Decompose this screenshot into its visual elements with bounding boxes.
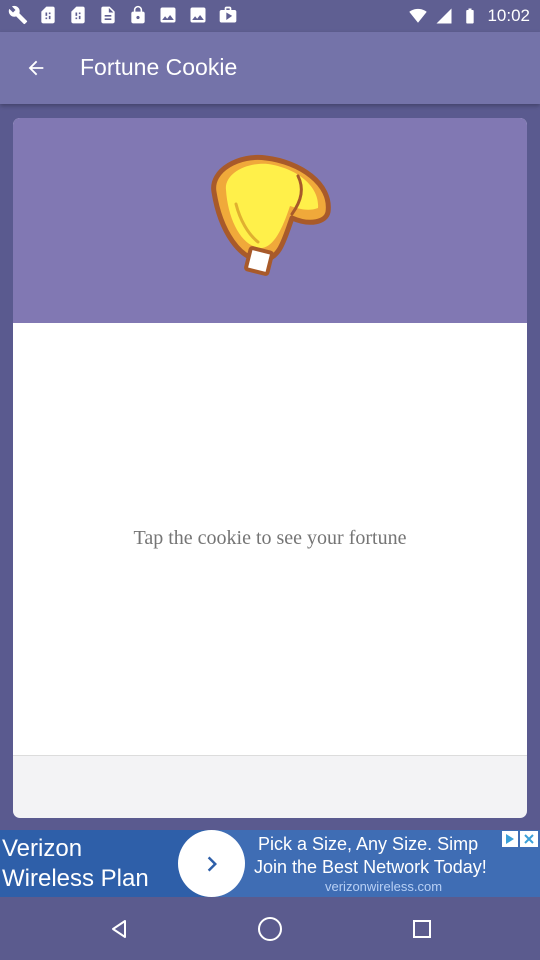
close-icon[interactable]	[520, 831, 538, 847]
ad-subline: Join the Best Network Today!	[254, 857, 487, 877]
nav-recents-button[interactable]	[404, 911, 440, 947]
wifi-icon	[409, 8, 428, 23]
nav-recents-icon	[413, 920, 431, 938]
fortune-card: Tap the cookie to see your fortune	[13, 118, 527, 818]
nav-back-icon	[112, 920, 126, 938]
lock-icon	[131, 5, 145, 24]
ad-arrow-button[interactable]	[178, 830, 245, 897]
close-glyph	[524, 834, 534, 844]
document-icon	[101, 6, 115, 24]
status-bar: 10:02	[0, 0, 540, 32]
nav-back-button[interactable]	[101, 911, 137, 947]
arrow-back-icon	[28, 60, 44, 76]
card-header	[13, 118, 527, 323]
photo-icon	[160, 7, 176, 23]
ad-banner[interactable]: Verizon Wireless Plan Pick a Size, Any S…	[0, 830, 540, 897]
status-clock: 10:02	[487, 6, 530, 25]
chevron-right-icon	[207, 856, 217, 871]
page-title: Fortune Cookie	[80, 54, 238, 80]
ad-domain: verizonwireless.com	[325, 879, 443, 894]
fortune-cookie-icon[interactable]	[200, 150, 340, 282]
sim-card-icon	[71, 6, 85, 24]
photo-icon	[190, 7, 206, 23]
nav-home-icon	[258, 917, 282, 941]
ad-headline: Pick a Size, Any Size. Simp	[258, 834, 479, 854]
battery-icon	[466, 8, 475, 24]
ad-brand: Verizon Wireless Plan	[2, 835, 149, 892]
nav-home-button[interactable]	[252, 911, 288, 947]
navigation-bar	[0, 897, 540, 960]
system-indicators: 10:02	[409, 5, 530, 27]
play-store-icon	[219, 6, 237, 23]
notification-icons	[8, 5, 238, 25]
wrench-icon	[8, 5, 28, 25]
ad-choices-glyph	[506, 834, 514, 844]
back-button[interactable]	[16, 48, 56, 88]
fortune-instruction: Tap the cookie to see your fortune	[133, 527, 407, 549]
ad-choices-icon[interactable]	[502, 831, 518, 847]
sim-card-icon	[41, 6, 55, 24]
signal-icon	[436, 8, 452, 24]
app-bar: Fortune Cookie	[0, 32, 540, 104]
